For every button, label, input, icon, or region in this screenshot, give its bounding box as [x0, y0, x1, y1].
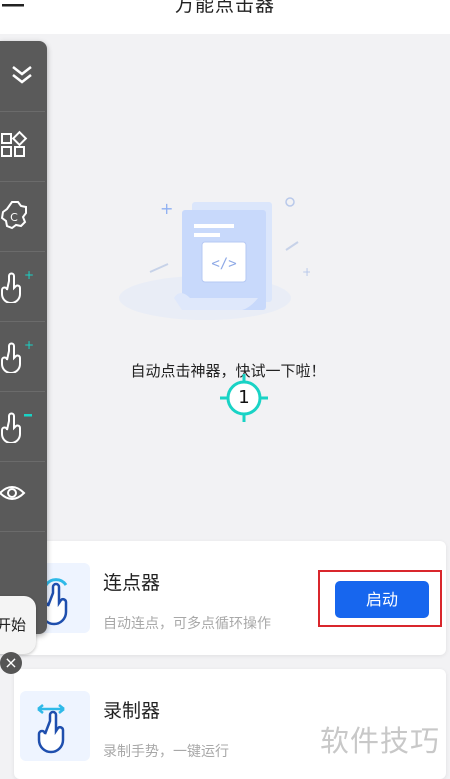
remove-point-icon — [0, 412, 32, 443]
toolbar-visibility-button[interactable] — [0, 461, 45, 532]
svg-text:</>: </> — [211, 256, 236, 272]
swipe-hand-icon — [20, 691, 90, 761]
clicker-card[interactable]: 连点器 自动连点，可多点循环操作 启动 — [14, 541, 446, 655]
toolbar-settings-button[interactable]: C — [0, 181, 45, 252]
add-swipe-point-icon: + — [0, 339, 34, 373]
page-title: 万能点击器 — [174, 0, 275, 16]
watermark: 软件技巧 — [320, 724, 441, 758]
svg-text:+: + — [24, 269, 34, 282]
collapse-icon — [12, 66, 32, 84]
toolbar-add-tap-button[interactable]: + — [0, 251, 45, 322]
click-target-marker[interactable]: 1 — [220, 374, 268, 422]
eye-icon — [0, 486, 26, 500]
card-description: 自动连点，可多点循环操作 — [103, 616, 271, 632]
add-tap-point-icon: + — [0, 269, 34, 303]
close-toolbar-button[interactable]: × — [0, 652, 22, 674]
toolbar-add-swipe-button[interactable]: + — [0, 321, 45, 392]
toolbar-start-button[interactable]: 开始 — [0, 596, 36, 654]
svg-text:C: C — [10, 211, 18, 224]
settings-icon: C — [0, 201, 27, 230]
top-bar: 万能点击器 — [0, 0, 450, 34]
highlight-annotation — [318, 570, 442, 627]
card-description: 录制手势，一键运行 — [103, 744, 229, 760]
floating-toolbar: C + + 开始 — [0, 41, 47, 654]
grid-icon — [1, 130, 28, 157]
toolbar-grid-button[interactable] — [0, 111, 45, 182]
toolbar-collapse-button[interactable] — [0, 41, 45, 112]
svg-text:+: + — [302, 265, 310, 279]
empty-state-illustration: </> + + — [119, 197, 310, 320]
card-title: 连点器 — [103, 572, 161, 594]
svg-text:+: + — [160, 199, 173, 218]
svg-text:+: + — [24, 339, 34, 352]
toolbar-remove-point-button[interactable] — [0, 391, 45, 462]
card-title: 录制器 — [103, 700, 161, 722]
click-target-number: 1 — [238, 387, 250, 408]
